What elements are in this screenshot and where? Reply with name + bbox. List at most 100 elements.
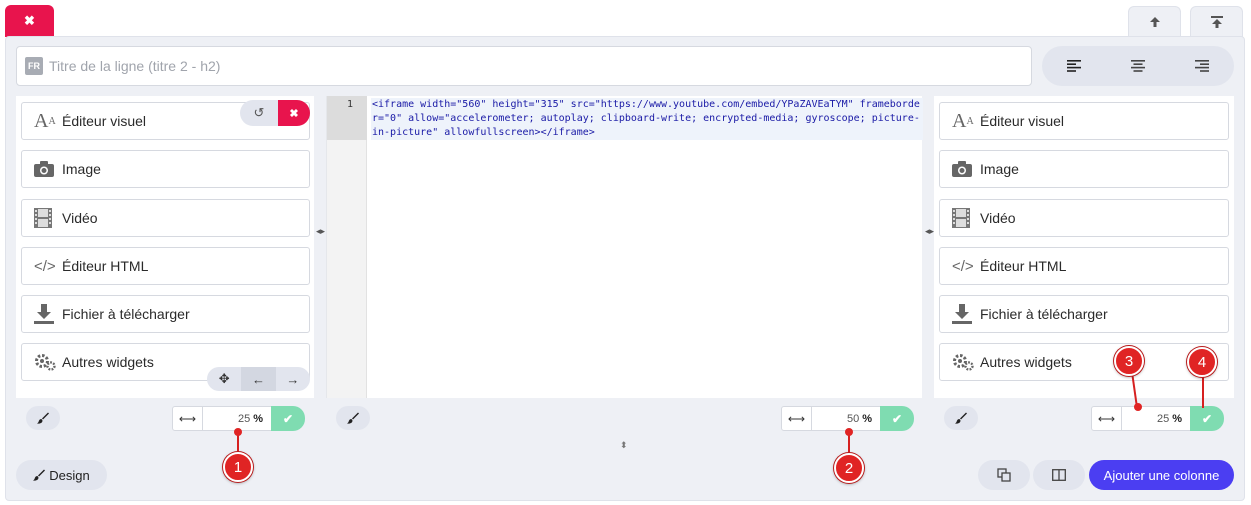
- column-width-input[interactable]: 50%: [812, 406, 880, 431]
- widget-label: Éditeur visuel: [980, 113, 1065, 129]
- align-center-icon: [1131, 60, 1145, 72]
- widget-visual-editor[interactable]: AA Éditeur visuel: [939, 102, 1229, 140]
- close-row-tab[interactable]: ✖: [5, 5, 54, 37]
- width-arrows[interactable]: ⟷: [172, 406, 203, 431]
- annotation-marker-1: 1: [223, 452, 253, 482]
- gears-icon: [952, 353, 978, 371]
- duplicate-row-button[interactable]: [978, 460, 1030, 490]
- code-text[interactable]: <iframe width="560" height="315" src="ht…: [371, 98, 923, 140]
- row-resize-handle[interactable]: ⬍: [620, 440, 628, 451]
- delete-column-button[interactable]: ✖: [278, 100, 310, 126]
- widget-html-editor[interactable]: </> Éditeur HTML: [21, 247, 310, 285]
- widget-label: Vidéo: [980, 210, 1016, 226]
- widget-image[interactable]: Image: [939, 150, 1229, 188]
- line-number: 1: [327, 96, 367, 140]
- widget-other[interactable]: Autres widgets: [939, 343, 1229, 381]
- width-unit: %: [862, 412, 872, 425]
- film-icon: [952, 208, 978, 228]
- design-button[interactable]: Design: [16, 460, 107, 490]
- column-width-input[interactable]: 25%: [1122, 406, 1190, 431]
- editor-gutter: 1: [327, 96, 367, 398]
- arrow-to-top-icon: [1210, 16, 1223, 28]
- confirm-width-button[interactable]: ✔: [271, 406, 305, 431]
- resize-horizontal-icon: ◂▸: [316, 226, 326, 236]
- widget-download[interactable]: Fichier à télécharger: [21, 295, 310, 333]
- widget-label: Éditeur HTML: [62, 258, 149, 274]
- brush-icon: [955, 412, 967, 424]
- marker-label: 3: [1124, 352, 1134, 370]
- row-title-input[interactable]: [49, 58, 1031, 74]
- widget-label: Autres widgets: [62, 354, 154, 370]
- align-left-button[interactable]: [1054, 51, 1094, 81]
- resize-horizontal-icon: ◂▸: [925, 226, 935, 236]
- font-icon: AA: [952, 109, 974, 132]
- camera-icon: [34, 161, 60, 177]
- width-arrows[interactable]: ⟷: [1091, 406, 1122, 431]
- arrow-up-icon: [1149, 17, 1160, 27]
- check-icon: ✔: [1201, 411, 1213, 426]
- widget-label: Éditeur HTML: [980, 258, 1067, 274]
- widget-html-editor[interactable]: </> Éditeur HTML: [939, 247, 1229, 285]
- column-move-bar: ✥ ← →: [207, 367, 310, 391]
- widget-label: Image: [62, 161, 101, 177]
- check-icon: ✔: [282, 411, 294, 426]
- close-icon: ✖: [24, 13, 35, 28]
- marker-line: [1202, 374, 1204, 408]
- width-arrows[interactable]: ⟷: [781, 406, 812, 431]
- widget-video[interactable]: Vidéo: [21, 199, 310, 237]
- marker-dot: [234, 428, 242, 436]
- width-value: 50: [846, 412, 860, 425]
- widget-label: Autres widgets: [980, 354, 1072, 370]
- download-icon: [34, 304, 60, 324]
- title-alignment-group: [1042, 46, 1234, 86]
- widget-download[interactable]: Fichier à télécharger: [939, 295, 1229, 333]
- undo-icon: ↺: [253, 105, 265, 120]
- move-column-button[interactable]: ✥: [207, 367, 241, 391]
- brush-icon: [347, 412, 359, 424]
- widget-video[interactable]: Vidéo: [939, 199, 1229, 237]
- columns-icon: [1052, 469, 1066, 481]
- column-style-button[interactable]: [26, 406, 60, 430]
- width-value: 25: [237, 412, 251, 425]
- marker-label: 4: [1197, 353, 1207, 371]
- column-style-button[interactable]: [336, 406, 370, 430]
- align-center-button[interactable]: [1118, 51, 1158, 81]
- confirm-width-button[interactable]: ✔: [1190, 406, 1224, 431]
- widget-label: Fichier à télécharger: [980, 306, 1108, 322]
- marker-label: 1: [233, 458, 243, 476]
- widget-label: Vidéo: [62, 210, 98, 226]
- marker-label: 2: [844, 459, 854, 477]
- move-arrows-icon: ✥: [218, 371, 230, 386]
- move-left-button[interactable]: ←: [241, 367, 276, 391]
- widget-label: Éditeur visuel: [62, 113, 147, 129]
- row-title-field[interactable]: FR: [16, 46, 1032, 86]
- add-column-label: Ajouter une colonne: [1103, 467, 1220, 483]
- move-right-button[interactable]: →: [276, 367, 310, 391]
- camera-icon: [952, 161, 978, 177]
- film-icon: [34, 208, 60, 228]
- column-toolbar: ↺ ✖: [240, 100, 310, 126]
- annotation-marker-4: 4: [1187, 347, 1217, 377]
- column-resize-handle[interactable]: ◂▸: [316, 226, 325, 237]
- move-up-tab[interactable]: [1128, 6, 1181, 37]
- html-code-editor[interactable]: 1 <iframe width="560" height="315" src="…: [326, 96, 923, 398]
- reset-column-button[interactable]: ↺: [240, 100, 278, 126]
- copy-icon: [997, 468, 1011, 482]
- close-icon: ✖: [289, 107, 299, 120]
- code-icon: </>: [952, 257, 974, 275]
- add-column-button[interactable]: Ajouter une colonne: [1089, 460, 1234, 490]
- column-layout-button[interactable]: [1033, 460, 1085, 490]
- confirm-width-button[interactable]: ✔: [880, 406, 914, 431]
- marker-dot: [845, 428, 853, 436]
- resize-horizontal-icon: ⟷: [178, 411, 197, 426]
- column-style-button[interactable]: [944, 406, 978, 430]
- column-resize-handle[interactable]: ◂▸: [925, 226, 934, 237]
- widget-image[interactable]: Image: [21, 150, 310, 188]
- move-top-tab[interactable]: [1190, 6, 1243, 37]
- width-unit: %: [1172, 412, 1182, 425]
- width-unit: %: [253, 412, 263, 425]
- annotation-marker-2: 2: [834, 453, 864, 483]
- align-right-button[interactable]: [1182, 51, 1222, 81]
- arrow-right-icon: →: [286, 371, 300, 387]
- brush-icon: [33, 469, 46, 481]
